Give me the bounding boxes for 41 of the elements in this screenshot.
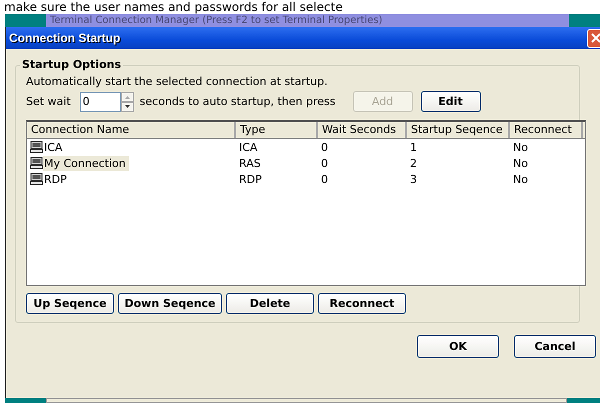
wait-input[interactable]: 0	[80, 92, 121, 112]
connection-name[interactable]: RDP	[43, 172, 70, 186]
table-cell: 2	[410, 156, 417, 170]
dialog-button[interactable]: OK	[417, 335, 499, 358]
connection-name[interactable]: My Connection	[43, 156, 129, 170]
list-action-button[interactable]: Down Seqence	[118, 293, 222, 314]
description-text: Automatically start the selected connection at startup.	[26, 75, 329, 88]
table-cell: 0	[321, 172, 328, 186]
table-cell: 0	[321, 140, 328, 154]
column-header[interactable]: Reconnect	[510, 122, 583, 138]
list-action-button[interactable]: Delete	[226, 293, 314, 314]
table-cell: 3	[410, 172, 417, 186]
column-header[interactable]: Connection Name	[27, 122, 236, 138]
list-action-button[interactable]: Up Seqence	[26, 293, 114, 314]
table-cell: No	[513, 156, 528, 170]
close-button[interactable]	[587, 28, 600, 48]
wait-label: Set wait	[26, 95, 71, 108]
connection-name[interactable]: ICA	[43, 140, 66, 154]
computer-icon	[30, 141, 43, 153]
computer-icon	[30, 157, 43, 169]
list-action-button[interactable]: Reconnect	[318, 293, 406, 314]
table-cell: No	[513, 140, 528, 154]
column-header[interactable]: Type	[236, 122, 318, 138]
table-cell: No	[513, 172, 528, 186]
table-cell: 0	[321, 156, 328, 170]
dialog-button[interactable]: Cancel	[514, 335, 596, 358]
group-title: Startup Options	[20, 58, 124, 71]
table-cell: RDP	[239, 172, 262, 186]
column-header[interactable]: Startup Seqence	[407, 122, 510, 138]
page-text: make sure the user names and passwords for all selecte	[4, 0, 343, 14]
computer-icon	[30, 173, 43, 185]
wait-suffix: seconds to auto startup, then press	[140, 95, 336, 108]
table-cell: RAS	[239, 156, 261, 170]
column-header[interactable]: Wait Seconds	[318, 122, 407, 138]
table-cell: 1	[410, 140, 417, 154]
window-title: Terminal Connection Manager (Press F2 to set Terminal Properties)	[50, 15, 382, 26]
action-button[interactable]: Edit	[420, 91, 481, 112]
close-icon	[590, 33, 600, 43]
spinner-control[interactable]	[120, 92, 134, 112]
dialog-title: Connection Startup	[8, 31, 120, 45]
table-cell: ICA	[239, 140, 258, 154]
